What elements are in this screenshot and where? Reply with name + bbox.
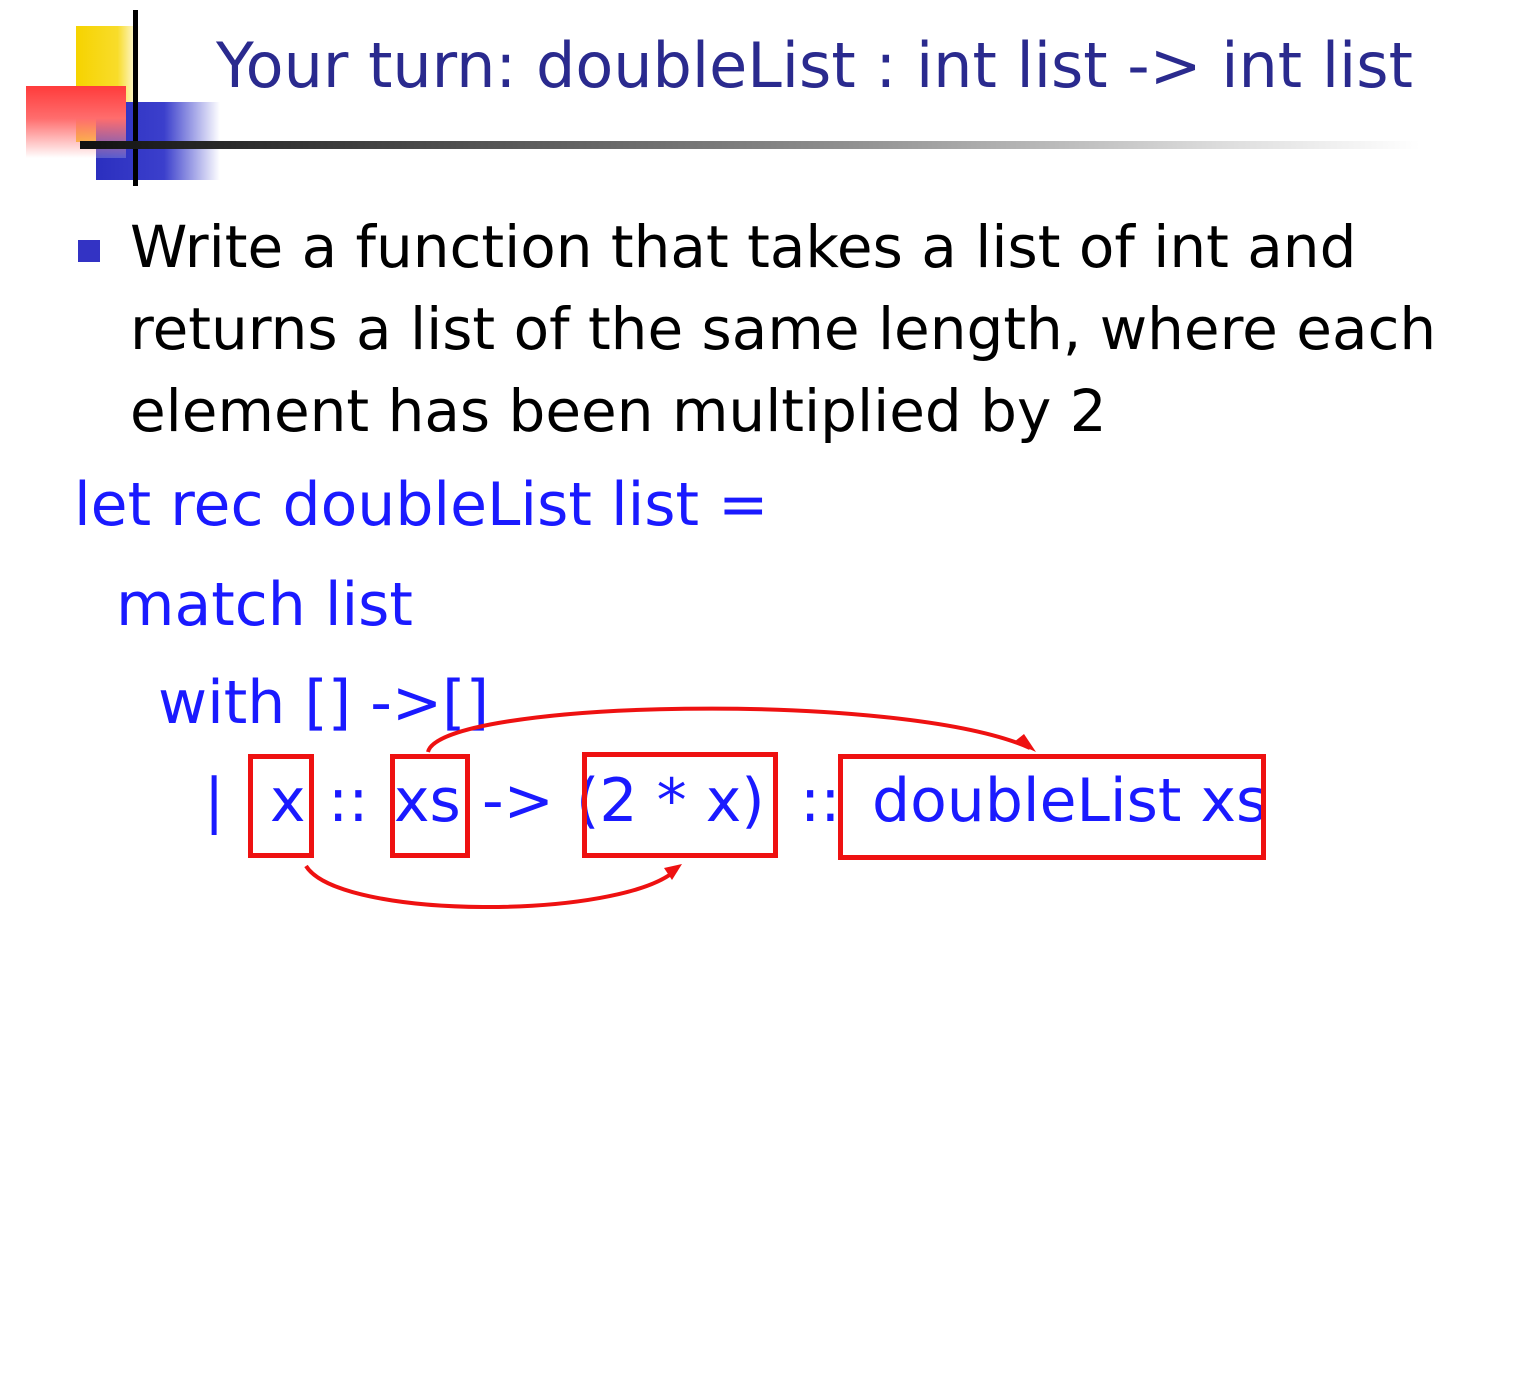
arrow-x-to-double-expr <box>304 864 678 909</box>
annotation-arrows <box>304 706 1036 909</box>
arrow-xs-to-recursive-call <box>426 706 1031 753</box>
arrowhead-recursive-call <box>1014 734 1036 752</box>
